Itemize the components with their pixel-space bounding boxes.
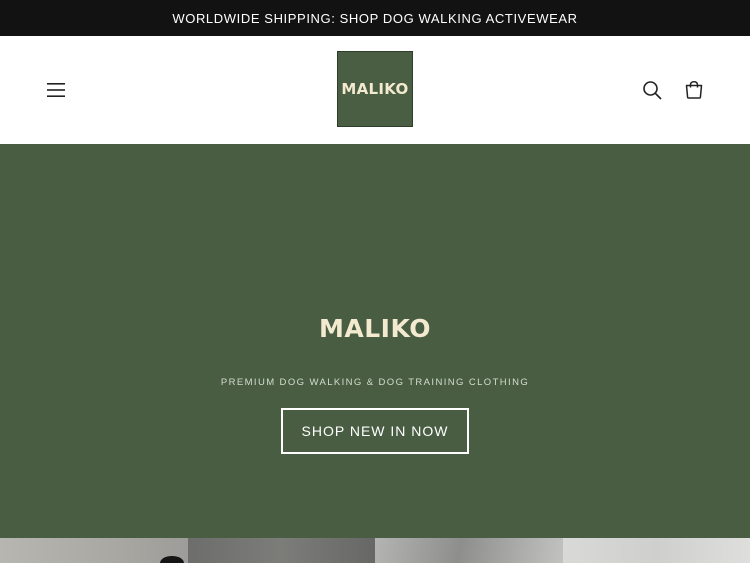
collection-image[interactable] [0,538,188,563]
menu-button[interactable] [40,74,72,106]
collection-image[interactable] [188,538,375,563]
hero-banner: MALIKO PREMIUM DOG WALKING & DOG TRAININ… [0,144,750,538]
shop-new-in-label: SHOP NEW IN NOW [301,423,449,439]
cart-icon [685,81,703,99]
collection-image[interactable] [563,538,750,563]
cart-button[interactable] [678,74,710,106]
collection-image[interactable] [375,538,563,563]
announcement-bar: WORLDWIDE SHIPPING: SHOP DOG WALKING ACT… [0,0,750,36]
logo-text: MALIKO [341,80,409,98]
site-logo[interactable]: MALIKO [337,51,413,127]
shop-new-in-button[interactable]: SHOP NEW IN NOW [281,408,469,454]
hero-subtitle: PREMIUM DOG WALKING & DOG TRAINING CLOTH… [220,377,530,388]
hamburger-menu-icon [47,83,65,97]
announcement-text: WORLDWIDE SHIPPING: SHOP DOG WALKING ACT… [172,10,578,26]
search-button[interactable] [636,74,668,106]
collection-image-row [0,538,750,563]
hero-title: MALIKO [319,314,431,343]
site-header: MALIKO [0,36,750,144]
search-icon [643,81,662,100]
